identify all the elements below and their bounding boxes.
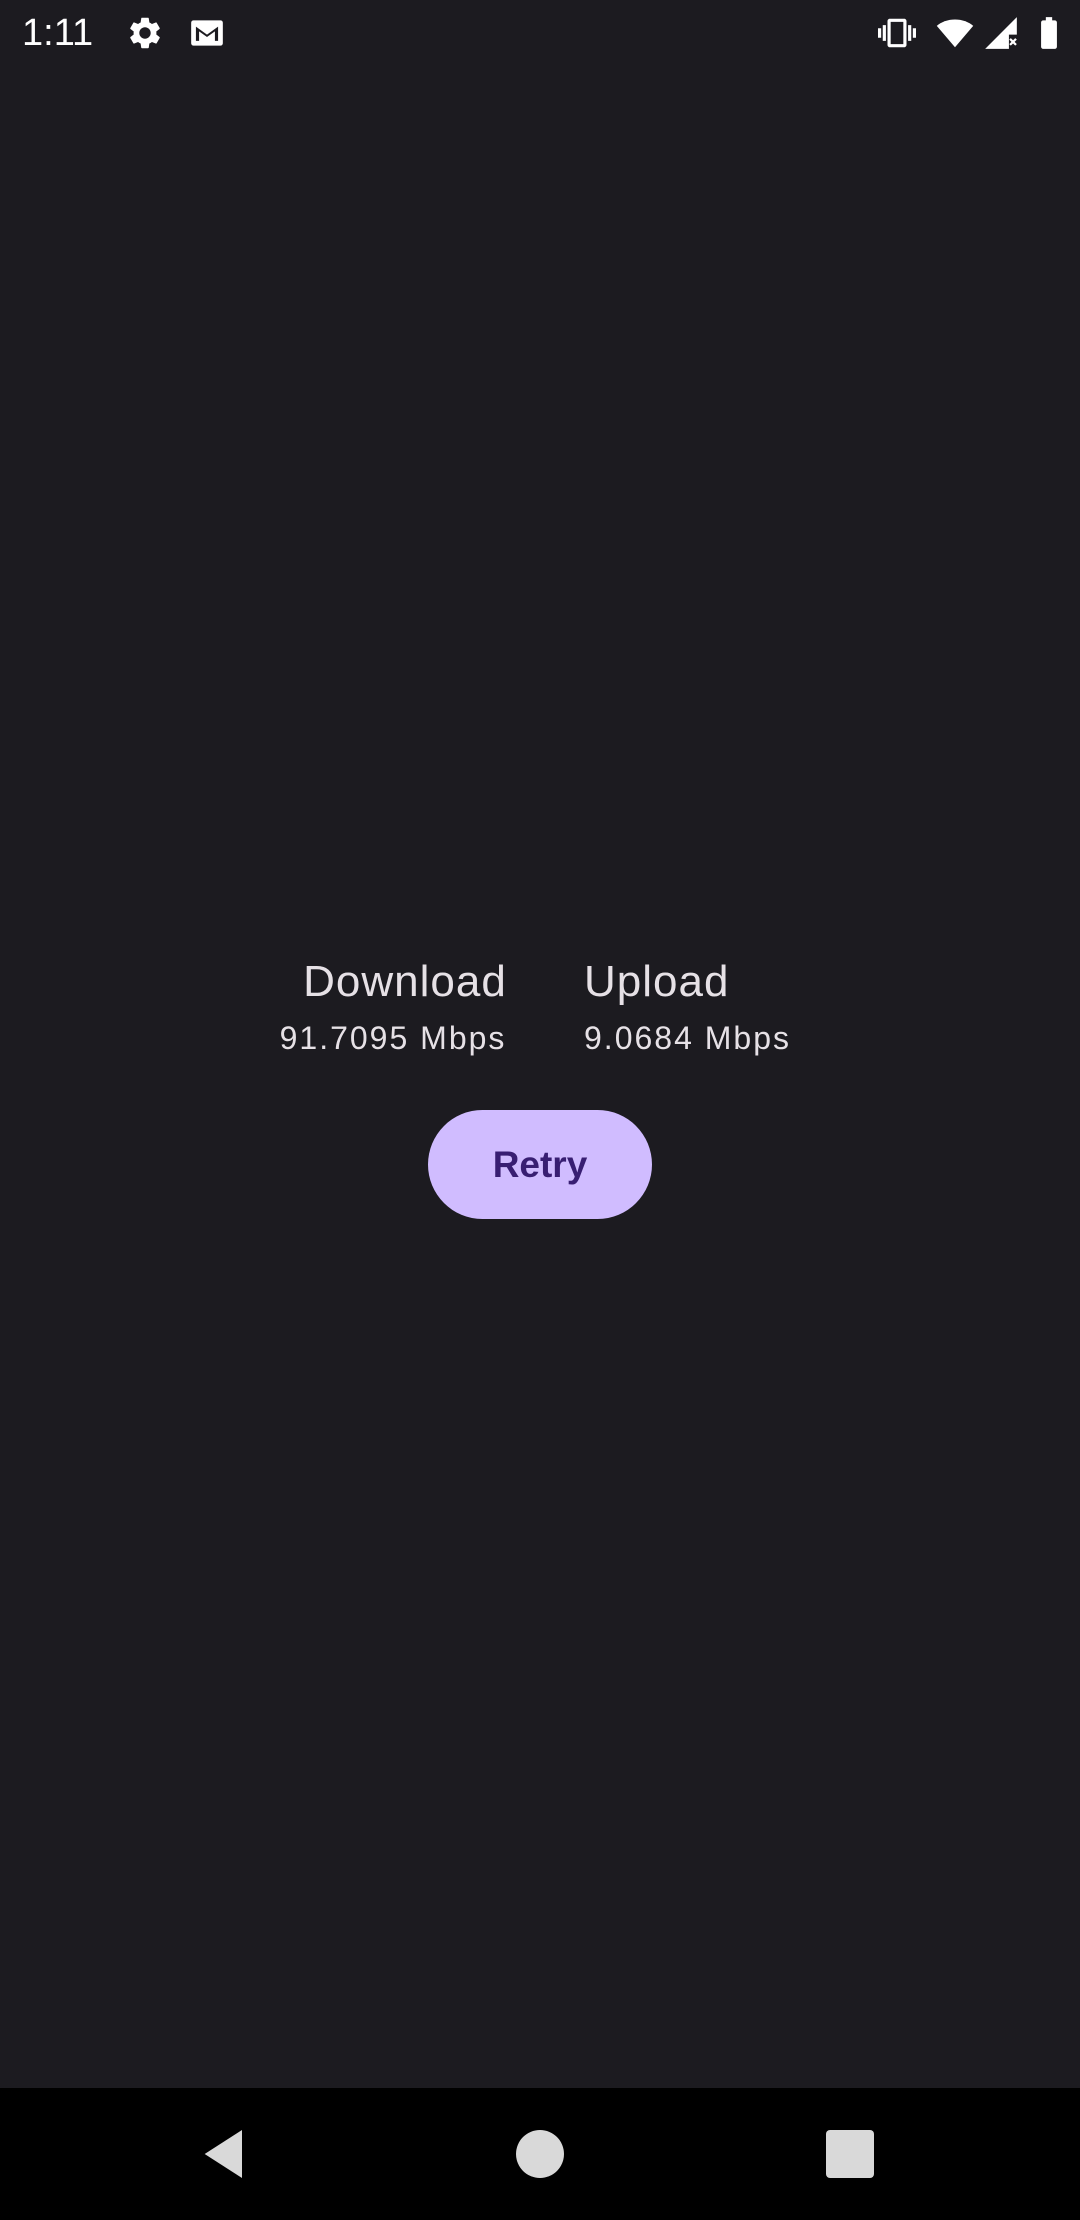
upload-metric: Upload 9.0684 Mbps <box>584 950 804 1062</box>
cellular-no-signal-icon <box>982 14 1020 52</box>
status-time: 1:11 <box>22 12 94 54</box>
speed-results: Download 91.7095 Mbps Upload 9.0684 Mbps <box>0 950 1080 1080</box>
wifi-icon <box>936 14 974 52</box>
vibrate-icon <box>878 14 916 52</box>
download-label: Download <box>303 957 507 1006</box>
navigation-bar <box>0 2088 1080 2220</box>
status-bar: 1:11 <box>0 0 1080 66</box>
download-metric: Download 91.7095 Mbps <box>268 950 518 1062</box>
home-icon[interactable] <box>508 2122 572 2186</box>
upload-label: Upload <box>584 957 730 1006</box>
recents-icon[interactable] <box>818 2122 882 2186</box>
retry-button[interactable]: Retry <box>428 1110 652 1219</box>
settings-icon <box>126 14 164 52</box>
battery-icon <box>1030 14 1068 52</box>
upload-value: 9.0684 Mbps <box>584 1020 792 1056</box>
gmail-icon <box>188 14 226 52</box>
back-icon[interactable] <box>194 2122 258 2186</box>
download-value: 91.7095 Mbps <box>279 1020 507 1056</box>
speed-test-screen: 1:11 Download 91.7095 Mbps Upload 9.0684… <box>0 0 1080 2220</box>
